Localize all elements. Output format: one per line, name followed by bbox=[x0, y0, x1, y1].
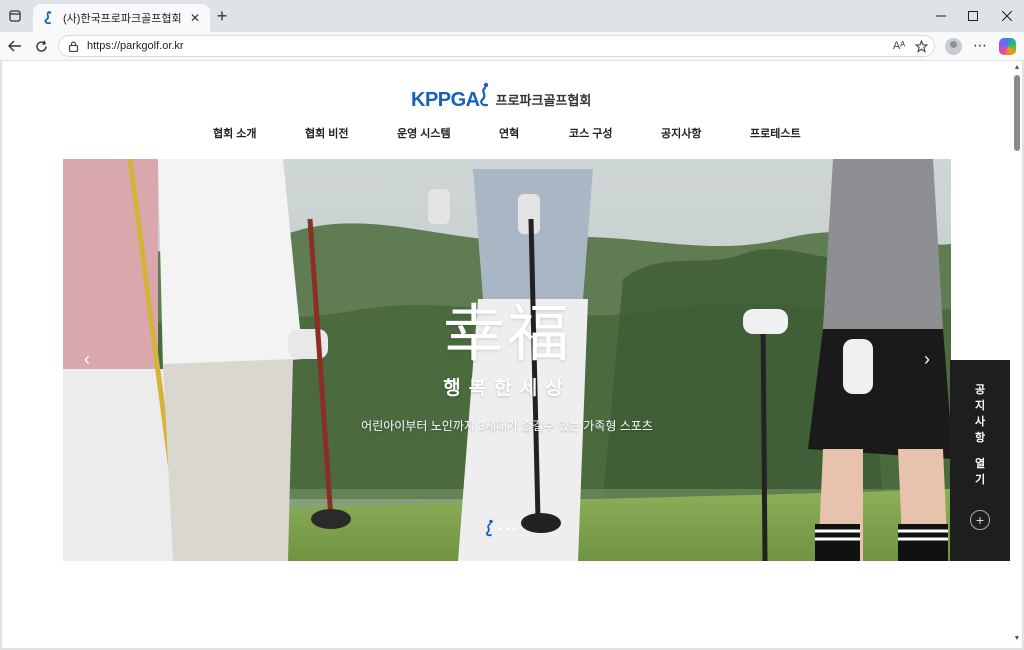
active-slide-logo-icon[interactable] bbox=[483, 519, 495, 537]
notice-panel-label: 공 지 사 항 열 기 bbox=[950, 382, 1010, 488]
notice-label-char: 공 bbox=[974, 384, 986, 396]
logo-golfer-mark-icon bbox=[479, 82, 488, 107]
close-tab-icon[interactable]: ✕ bbox=[188, 11, 202, 25]
nav-item-notice[interactable]: 공지사항 bbox=[661, 125, 701, 141]
site-info-icon[interactable] bbox=[67, 40, 79, 52]
hero-subtitle: 행복한세상 bbox=[443, 378, 571, 399]
maximize-icon[interactable] bbox=[963, 6, 983, 26]
nav-item-system[interactable]: 운영 시스템 bbox=[397, 125, 451, 141]
slide-dot[interactable] bbox=[513, 526, 516, 530]
nav-item-course[interactable]: 코스 구성 bbox=[569, 125, 613, 141]
active-tab[interactable]: (사)한국프로파크골프협회 ✕ bbox=[33, 4, 210, 32]
kppga-favicon-icon bbox=[41, 11, 55, 25]
notice-label-char: 항 bbox=[974, 432, 986, 444]
logo-text-ko: 프로파크골프협회 bbox=[495, 93, 592, 108]
url-text: https://parkgolf.or.kr bbox=[87, 40, 184, 52]
notice-open-panel[interactable]: 공 지 사 항 열 기 + bbox=[950, 360, 1010, 561]
slide-dot[interactable] bbox=[506, 526, 509, 530]
nav-item-protest[interactable]: 프로테스트 bbox=[750, 125, 801, 141]
site-logo[interactable]: KPPGA 프로파크골프협회 bbox=[411, 78, 591, 112]
address-toolbar: https://parkgolf.or.kr Aᴬ ⋯ bbox=[0, 32, 1024, 60]
page-viewport: KPPGA 프로파크골프협회 협회 소개 협회 비전 운영 시스템 연혁 코스 … bbox=[2, 61, 1012, 648]
hero-pagination[interactable] bbox=[483, 519, 516, 537]
url-field[interactable]: https://parkgolf.or.kr bbox=[58, 35, 935, 57]
hero-hanja-title: 幸福 bbox=[442, 297, 571, 370]
slide-dot[interactable] bbox=[499, 526, 502, 530]
close-window-icon[interactable] bbox=[997, 6, 1017, 26]
page-scrollbar[interactable]: ▲ ▼ bbox=[1012, 61, 1022, 648]
nav-item-vision[interactable]: 협회 비전 bbox=[305, 125, 349, 141]
notice-label-char: 기 bbox=[974, 474, 986, 486]
scroll-down-icon[interactable]: ▼ bbox=[1013, 635, 1021, 643]
refresh-icon[interactable] bbox=[32, 37, 50, 55]
read-aloud-icon[interactable]: Aᴬ bbox=[891, 38, 907, 54]
tab-title: (사)한국프로파크골프협회 bbox=[63, 13, 182, 25]
back-arrow-icon[interactable] bbox=[6, 37, 24, 55]
notice-label-spacer bbox=[950, 446, 1010, 456]
hero-description: 어린아이부터 노인까지 3세대가 즐길수 있는 가족형 스포츠 bbox=[361, 419, 653, 433]
nav-item-history[interactable]: 연혁 bbox=[499, 125, 519, 141]
minimize-icon[interactable] bbox=[931, 6, 951, 26]
scroll-up-icon[interactable]: ▲ bbox=[1013, 64, 1021, 72]
new-tab-button[interactable]: + bbox=[214, 6, 230, 26]
notice-open-plus-icon[interactable]: + bbox=[970, 510, 990, 530]
hero-slider: ‹ › 幸福 행복한세상 어린아이부터 노인까지 3세대가 즐길수 있는 가족형… bbox=[63, 159, 951, 561]
copilot-icon[interactable] bbox=[999, 38, 1016, 55]
profile-avatar-icon[interactable] bbox=[945, 38, 962, 55]
notice-label-char: 지 bbox=[974, 400, 986, 412]
main-navigation: 협회 소개 협회 비전 운영 시스템 연혁 코스 구성 공지사항 프로테스트 bbox=[2, 125, 1012, 145]
browser-tab-bar: (사)한국프로파크골프협회 ✕ + bbox=[0, 0, 1024, 32]
notice-label-char: 열 bbox=[974, 458, 986, 470]
scroll-thumb[interactable] bbox=[1014, 75, 1020, 151]
notice-label-char: 사 bbox=[974, 416, 986, 428]
more-menu-icon[interactable]: ⋯ bbox=[972, 37, 988, 55]
logo-text-en: KPPGA bbox=[411, 89, 480, 111]
star-icon[interactable] bbox=[913, 38, 929, 54]
nav-item-about[interactable]: 협회 소개 bbox=[213, 125, 257, 141]
tab-actions-icon[interactable] bbox=[6, 7, 24, 25]
